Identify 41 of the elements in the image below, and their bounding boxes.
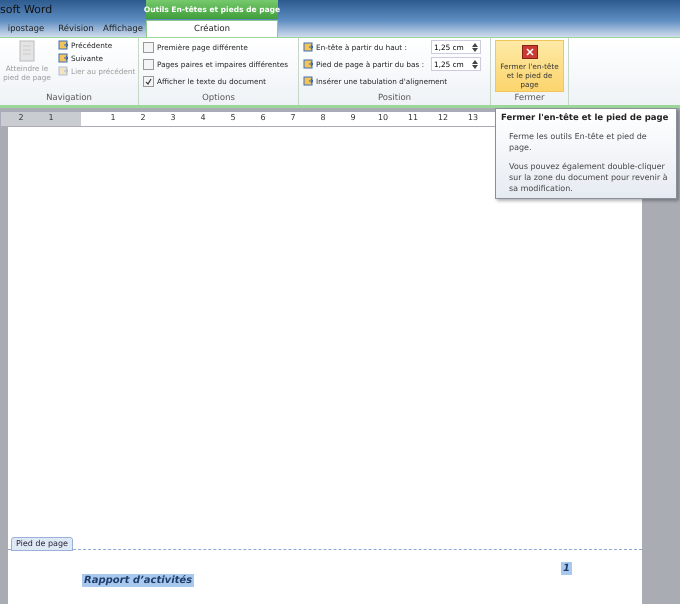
checkbox[interactable] [143,42,154,52]
tooltip-text: Ferme les outils En-tête et pied de page. [508,131,648,153]
spinner-arrows-icon [472,42,478,52]
ruler-number: 5 [230,113,236,122]
ruler-number: 4 [200,113,206,122]
margin-icon [303,42,313,52]
footer-text: Rapport d’activités [82,574,194,587]
ruler-number: 3 [170,113,176,122]
ruler-number: 7 [290,113,296,122]
checkmark-icon [145,78,152,84]
ruler-number: 11 [408,113,418,122]
ruler-number: 6 [260,113,266,122]
tab-insert-icon [303,76,313,86]
footer-tag: Pied de page [11,537,73,551]
margin-icon [303,59,313,69]
ribbon-tab[interactable]: Affichage [100,20,146,37]
tooltip-text: Vous pouvez également double-cliquer sur la zone du document pour revenir à sa modification. [508,161,669,194]
spinner-arrows-icon [472,60,478,68]
ruler-number: 8 [320,113,326,122]
close-icon [522,45,538,59]
page-icon [18,40,36,62]
tooltip-title: Fermer l'en-tête et le pied de page [501,113,670,123]
page-number: 1 [561,562,572,575]
ruler-number: 2 [18,113,24,122]
checkbox[interactable] [143,76,154,86]
checkbox[interactable] [143,58,154,70]
ruler-number: 12 [438,113,448,122]
ruler-number: 9 [350,113,356,122]
ruler-number: 2 [140,113,146,122]
ribbon-tab[interactable]: Création [146,20,278,37]
group-label: Options [201,93,236,105]
ribbon-tab[interactable]: ipostage [0,20,52,37]
window-title: soft Word [0,3,52,16]
group-label: Fermer [513,93,546,105]
ruler-number: 10 [378,113,388,122]
group-label: Position [376,93,412,105]
ribbon-tab[interactable]: Révision [52,20,100,37]
group-label: Navigation [45,93,93,105]
ruler-number: 13 [468,113,478,122]
ruler-number: 1 [48,113,54,122]
ruler-number: 1 [110,113,116,122]
